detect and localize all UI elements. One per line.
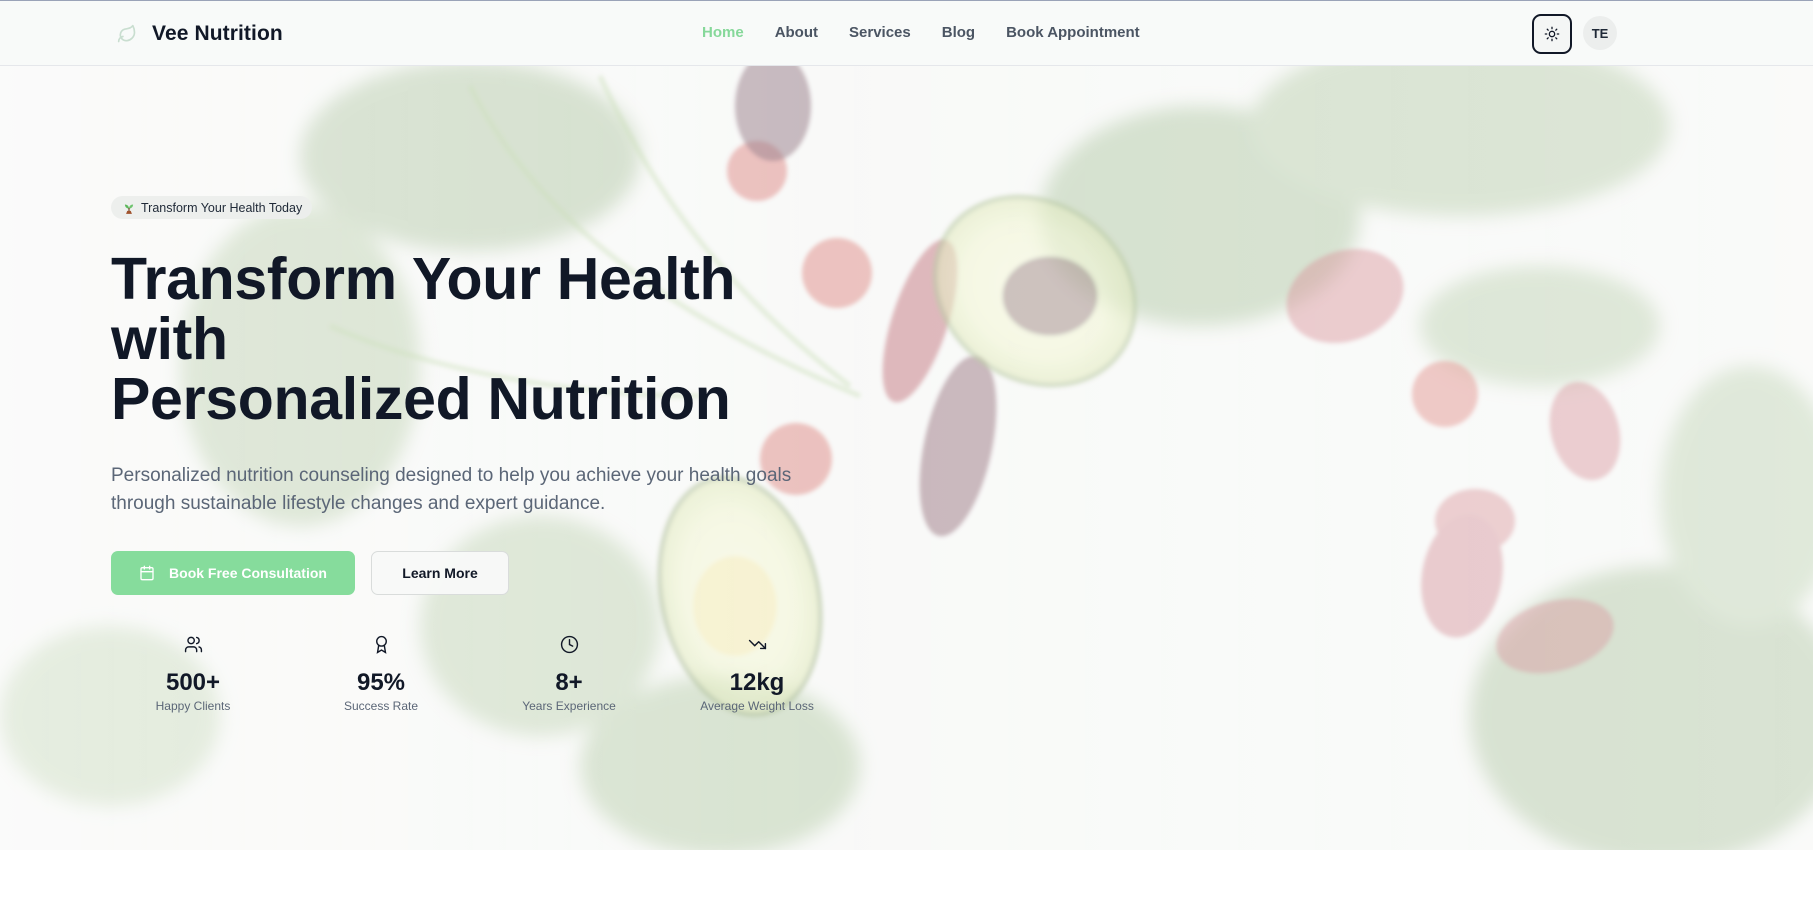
hero-badge-text: Transform Your Health Today (141, 200, 303, 215)
leaf-icon (112, 19, 142, 49)
book-consultation-label: Book Free Consultation (169, 565, 327, 581)
learn-more-button[interactable]: Learn More (371, 551, 509, 595)
stat-label: Happy Clients (155, 699, 231, 713)
stat-label: Success Rate (343, 699, 419, 713)
stat-happy-clients: 500+ Happy Clients (123, 632, 263, 713)
sun-icon (1544, 26, 1560, 42)
theme-toggle-button[interactable] (1532, 14, 1572, 54)
stat-label: Years Experience (522, 699, 616, 713)
language-switcher[interactable]: TE (1583, 16, 1617, 50)
hero-overlay (0, 66, 1813, 850)
brand[interactable]: Vee Nutrition (112, 19, 283, 49)
hero-section: Transform Your Health Today Transform Yo… (0, 66, 1813, 850)
hero-title: Transform Your Health with Personalized … (111, 249, 871, 429)
seedling-icon (122, 201, 136, 215)
stat-success-rate: 95% Success Rate (311, 632, 451, 713)
trending-down-icon (687, 632, 827, 656)
stat-years-experience: 8+ Years Experience (499, 632, 639, 713)
hero-title-line: Personalized Nutrition (111, 366, 731, 432)
stat-average-weight-loss: 12kg Average Weight Loss (687, 632, 827, 713)
stat-value: 95% (356, 669, 406, 696)
stat-label: Average Weight Loss (700, 699, 814, 713)
stat-value: 12kg (729, 669, 785, 696)
stat-value: 500+ (165, 669, 221, 696)
calendar-icon (139, 565, 155, 581)
stat-value: 8+ (555, 669, 583, 696)
hero-title-line: with (111, 306, 228, 372)
brand-name: Vee Nutrition (152, 22, 283, 45)
nav-link-book-appointment[interactable]: Book Appointment (1006, 24, 1140, 41)
nav-link-about[interactable]: About (775, 24, 818, 41)
hero-badge: Transform Your Health Today (111, 196, 313, 219)
hero-subtitle: Personalized nutrition counseling design… (111, 465, 792, 514)
main-nav: Home About Services Blog Book Appointmen… (702, 24, 1140, 41)
nav-link-blog[interactable]: Blog (942, 24, 975, 41)
clock-icon (499, 632, 639, 656)
nav-link-services[interactable]: Services (849, 24, 911, 41)
award-icon (311, 632, 451, 656)
book-consultation-button[interactable]: Book Free Consultation (111, 551, 355, 595)
hero-title-line: Transform Your Health (111, 246, 736, 312)
users-icon (123, 632, 263, 656)
site-header: Vee Nutrition Home About Services Blog B… (0, 0, 1813, 66)
nav-link-home[interactable]: Home (702, 24, 744, 41)
